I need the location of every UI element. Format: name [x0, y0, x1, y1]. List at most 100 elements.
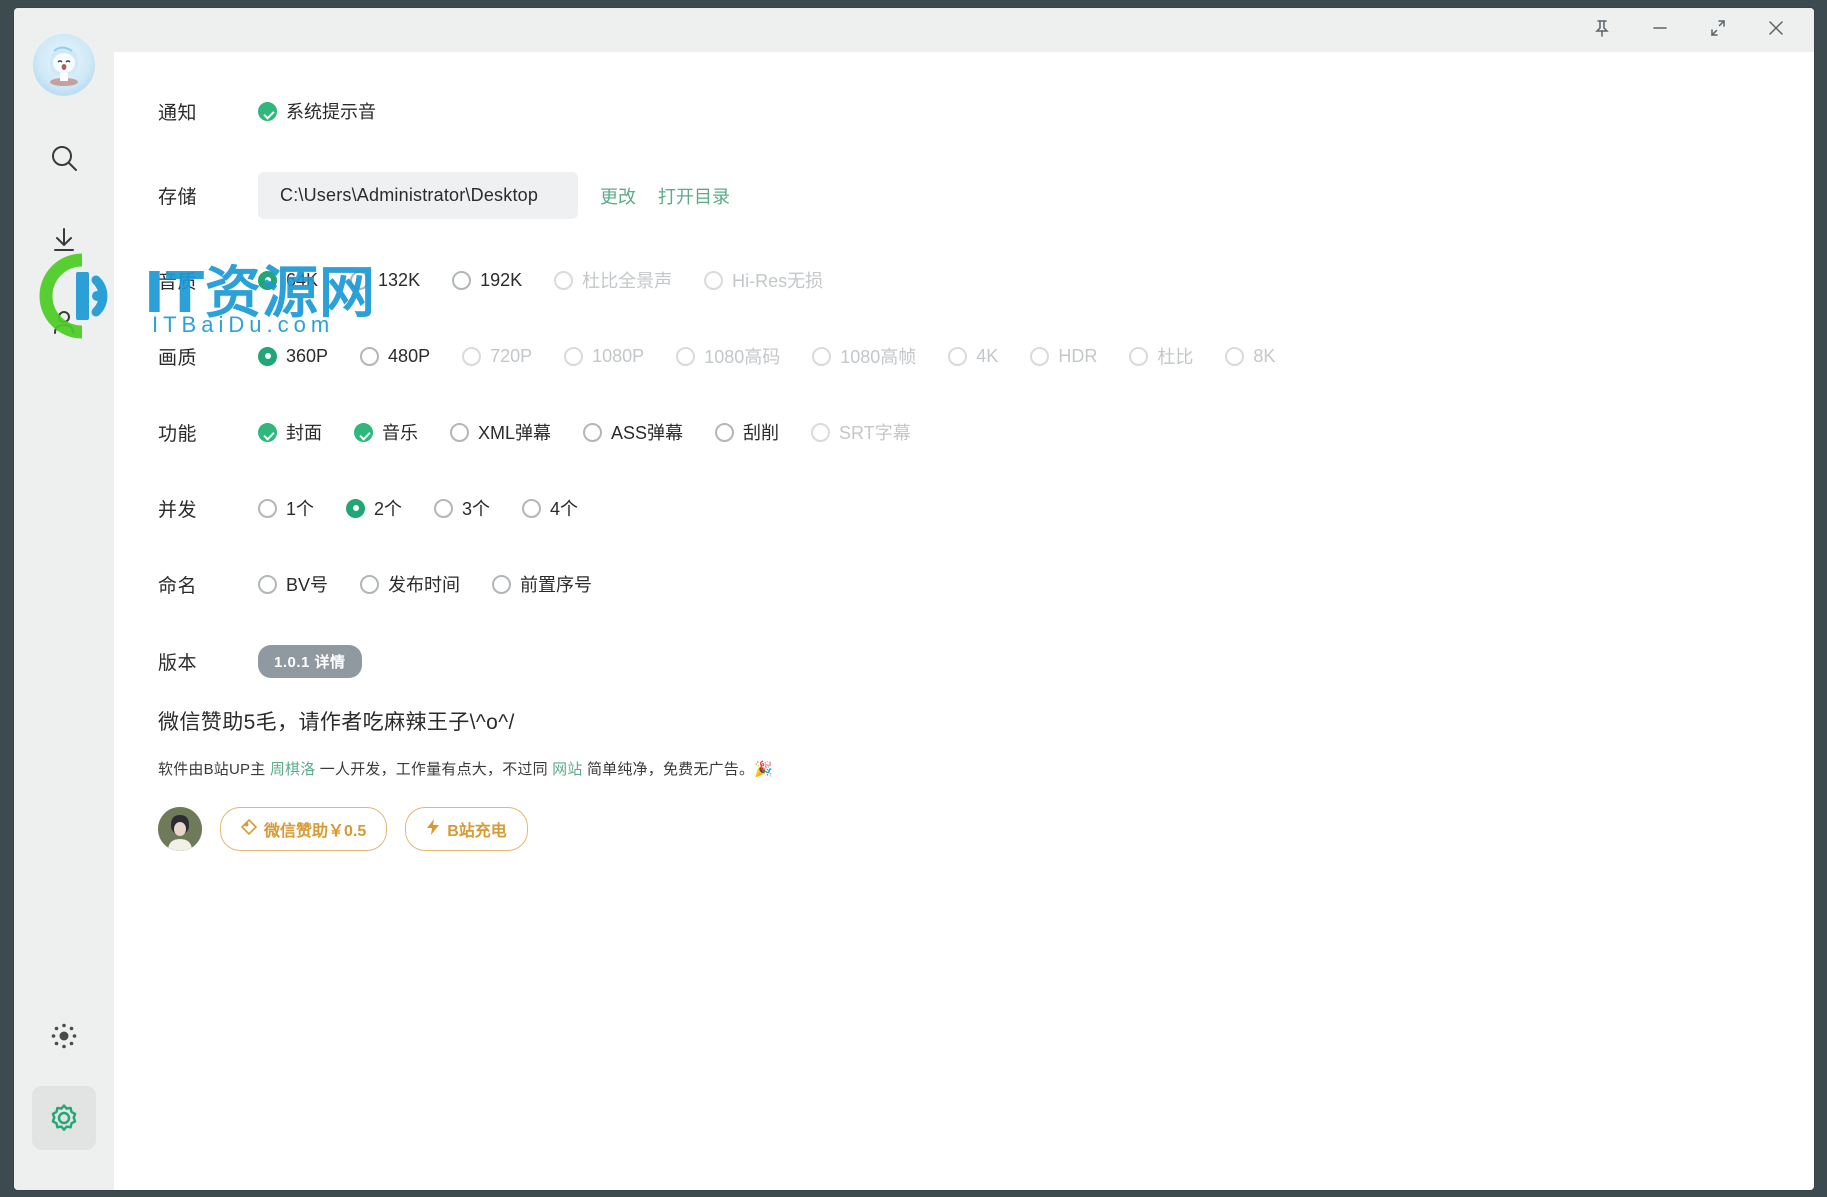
option-feature-0[interactable]: 封面: [258, 419, 322, 445]
option-label: 360P: [286, 345, 329, 366]
label-audio: 音质: [158, 271, 198, 293]
sponsor-title: 微信赞助5毛，请作者吃麻辣王子\^o^/: [158, 711, 515, 734]
minimize-button[interactable]: [1634, 10, 1686, 50]
close-button[interactable]: [1750, 10, 1802, 50]
checkbox-icon[interactable]: [715, 422, 735, 442]
desc-text-1: 软件由B站UP主: [158, 761, 270, 778]
checkbox-icon[interactable]: [450, 422, 469, 442]
sidebar-item-search[interactable]: [32, 126, 96, 190]
option-naming-2[interactable]: 前置序号: [492, 571, 592, 597]
gear-icon: [48, 1102, 80, 1134]
version-badge[interactable]: 1.0.1 详情: [258, 645, 362, 678]
row-concurrency: 并发 1个 2个 3个 4个: [158, 493, 1814, 523]
option-naming-0[interactable]: BV号: [258, 571, 328, 597]
sidebar-item-download[interactable]: [32, 208, 96, 272]
download-icon: [49, 225, 79, 255]
app-window: 通知 系统提示音 存储 C:\Users\Administrator\Deskt…: [14, 8, 1814, 1190]
option-feature-2[interactable]: XML弹幕: [450, 419, 551, 445]
search-icon: [49, 143, 79, 173]
option-label: BV号: [286, 575, 329, 595]
sidebar-item-settings[interactable]: [32, 1086, 96, 1150]
settings-content: 通知 系统提示音 存储 C:\Users\Administrator\Deskt…: [114, 52, 1814, 1190]
radio-icon[interactable]: [522, 498, 542, 518]
options-features: 封面 音乐 XML弹幕 ASS弹幕 刮削 SRT字幕: [258, 419, 943, 445]
sponsor-description: 软件由B站UP主 周棋洛 一人开发，工作量有点大，不过同 网站 简单纯净，免费无…: [158, 758, 1814, 779]
option-quality-1[interactable]: 480P: [360, 346, 430, 367]
option-concurrency-3[interactable]: 4个: [522, 495, 578, 521]
label-features: 功能: [158, 423, 198, 445]
option-naming-1[interactable]: 发布时间: [360, 571, 460, 597]
option-label: 8K: [1253, 345, 1276, 366]
radio-icon: [1129, 346, 1149, 366]
option-system-sound[interactable]: 系统提示音: [258, 98, 376, 124]
option-feature-5: SRT字幕: [811, 419, 911, 445]
sidebar-bottom-group: [14, 1004, 114, 1168]
option-label: 前置序号: [520, 575, 593, 595]
option-audio-0[interactable]: 64K: [258, 270, 318, 291]
button-label: 微信赞助￥0.5: [264, 823, 367, 840]
maximize-icon: [1708, 18, 1728, 43]
radio-icon: [704, 270, 724, 290]
author-link[interactable]: 周棋洛: [270, 761, 316, 778]
option-feature-1[interactable]: 音乐: [354, 419, 418, 445]
radio-icon: [1225, 346, 1245, 366]
donate-row: 微信赞助￥0.5 B站充电: [158, 807, 1814, 851]
option-quality-0[interactable]: 360P: [258, 346, 328, 367]
sun-icon: [50, 1022, 78, 1050]
option-label: 192K: [480, 269, 523, 290]
wechat-sponsor-button[interactable]: 微信赞助￥0.5: [220, 807, 388, 851]
checkbox-icon[interactable]: [258, 422, 277, 442]
option-quality-8: 杜比: [1129, 343, 1193, 369]
sidebar-item-user[interactable]: [32, 290, 96, 354]
row-version: 版本 1.0.1 详情: [158, 645, 1814, 678]
desc-text-2: 一人开发，工作量有点大，不过同: [315, 761, 553, 778]
radio-icon[interactable]: [258, 270, 277, 290]
sidebar-item-theme[interactable]: [32, 1004, 96, 1068]
radio-icon[interactable]: [360, 574, 380, 594]
radio-icon[interactable]: [360, 346, 380, 366]
option-audio-1[interactable]: 132K: [350, 270, 420, 291]
checkbox-icon[interactable]: [354, 422, 373, 442]
pin-button[interactable]: [1576, 10, 1628, 50]
author-avatar[interactable]: [158, 807, 202, 851]
option-feature-3[interactable]: ASS弹幕: [583, 419, 683, 445]
option-audio-2[interactable]: 192K: [452, 270, 522, 291]
row-notification: 通知 系统提示音: [158, 96, 1814, 126]
option-feature-4[interactable]: 刮削: [715, 419, 779, 445]
radio-icon[interactable]: [258, 346, 277, 366]
mascot-avatar[interactable]: [33, 34, 95, 96]
radio-icon: [554, 270, 574, 290]
label-notification: 通知: [158, 102, 198, 124]
desc-text-3: 简单纯净，免费无广告。: [582, 761, 755, 778]
option-concurrency-2[interactable]: 3个: [434, 495, 490, 521]
radio-icon[interactable]: [258, 574, 277, 594]
option-quality-3: 1080P: [564, 346, 644, 367]
option-concurrency-1[interactable]: 2个: [346, 495, 402, 521]
change-path-link[interactable]: 更改: [600, 183, 636, 209]
version-body: 1.0.1 详情: [258, 645, 362, 678]
open-directory-link[interactable]: 打开目录: [658, 183, 730, 209]
radio-icon[interactable]: [258, 498, 277, 518]
row-naming: 命名 BV号 发布时间 前置序号: [158, 569, 1814, 599]
maximize-button[interactable]: [1692, 10, 1744, 50]
tag-icon: [240, 818, 258, 840]
checkbox-icon[interactable]: [258, 101, 277, 121]
radio-icon[interactable]: [346, 498, 366, 518]
lightning-icon: [426, 818, 440, 840]
bilibili-charge-button[interactable]: B站充电: [405, 807, 528, 851]
option-label: 杜比: [1157, 347, 1194, 367]
radio-icon[interactable]: [492, 574, 512, 594]
options-naming: BV号 发布时间 前置序号: [258, 571, 624, 597]
radio-icon[interactable]: [434, 498, 454, 518]
radio-icon[interactable]: [452, 270, 472, 290]
option-label: 1080高帧: [840, 347, 917, 367]
checkbox-icon[interactable]: [583, 422, 603, 442]
option-label: 音乐: [382, 423, 418, 443]
radio-icon: [676, 346, 696, 366]
option-label: 1080P: [592, 345, 645, 366]
radio-icon[interactable]: [350, 270, 370, 290]
option-concurrency-0[interactable]: 1个: [258, 495, 314, 521]
website-link[interactable]: 网站: [552, 761, 582, 778]
label-version: 版本: [158, 653, 198, 674]
storage-path-input[interactable]: C:\Users\Administrator\Desktop: [258, 172, 578, 219]
